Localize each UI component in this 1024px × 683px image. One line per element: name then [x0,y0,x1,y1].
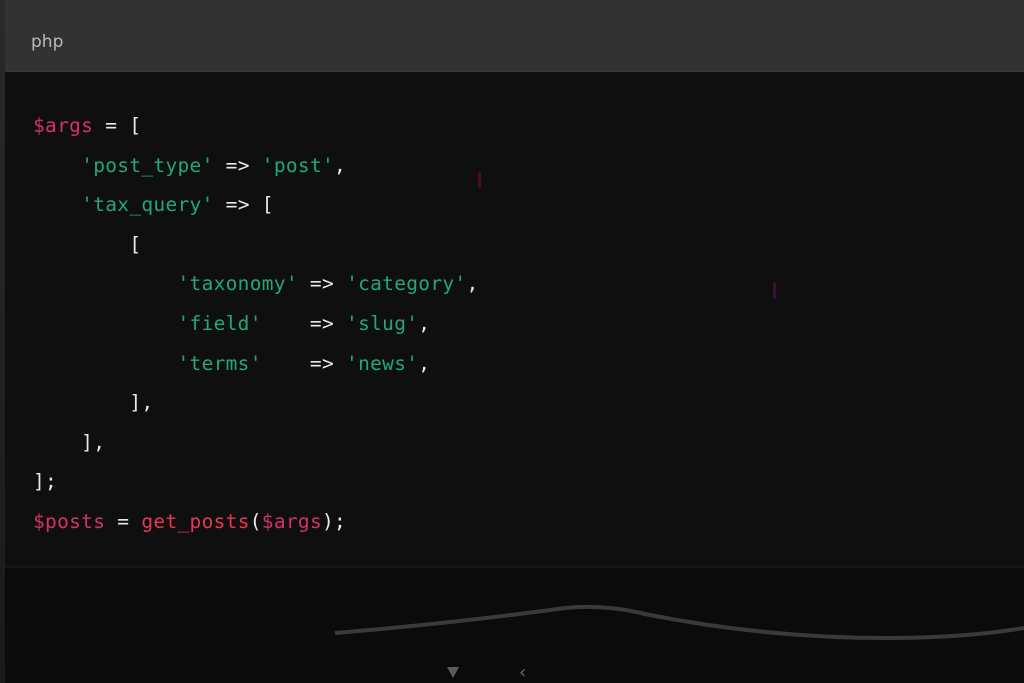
string-token: 'slug' [346,311,419,335]
code-line: 'terms' => 'news', [33,344,479,384]
triangle-down-icon[interactable] [447,667,459,678]
function-token: get_posts [141,509,250,533]
punctuation-token: => [ [213,193,274,217]
punctuation-token: ]; [33,470,58,494]
string-token: 'news' [346,351,419,375]
punctuation-token: ); [322,509,347,533]
punctuation-token [33,312,177,335]
string-token: 'category' [346,272,467,296]
chevron-left-icon[interactable]: ‹ [519,662,526,683]
code-line: 'field' => 'slug', [33,304,479,344]
punctuation-token: => [297,272,347,296]
code-line: 'taxonomy' => 'category', [33,264,479,304]
punctuation-token: , [466,272,479,296]
punctuation-token [33,154,81,177]
punctuation-token: , [334,153,347,177]
punctuation-token: = [ [93,114,142,137]
string-token: 'taxonomy' [177,272,298,296]
code-block: php $args = [ 'post_type' => 'post', 'ta… [5,0,1024,566]
variable-token: $args [261,509,322,533]
variable-token: $args [33,114,94,137]
string-token: 'field' [177,311,262,335]
code-line: [ [33,225,479,265]
code-line: $posts = get_posts($args); [33,502,479,542]
string-token: 'post' [261,153,335,177]
code-content[interactable]: $args = [ 'post_type' => 'post', 'tax_qu… [33,106,479,542]
punctuation-token [33,193,81,216]
punctuation-token: => [261,351,347,375]
punctuation-token: = [105,509,142,533]
punctuation-token [33,352,177,375]
punctuation-token: , [418,311,431,335]
variable-token: $posts [33,509,106,533]
code-line: ], [33,383,479,423]
text-cursor-icon [478,172,481,188]
string-token: 'terms' [177,351,262,375]
punctuation-token: ], [33,430,106,454]
punctuation-token [33,272,177,295]
code-line: ], [33,423,479,463]
language-label: php [31,32,64,52]
code-line: 'post_type' => 'post', [33,146,479,186]
punctuation-token: ( [249,509,262,533]
string-token: 'post_type' [81,153,214,177]
code-line: 'tax_query' => [ [33,185,479,225]
punctuation-token: => [213,153,262,177]
decorative-wave [334,604,1024,641]
code-header: php [5,0,1024,72]
punctuation-token: => [261,311,347,335]
footer-area [5,568,1024,683]
string-token: 'tax_query' [81,193,214,217]
code-line: $args = [ [33,106,479,146]
code-body[interactable]: $args = [ 'post_type' => 'post', 'tax_qu… [5,72,1024,566]
text-cursor-icon [773,282,776,298]
punctuation-token: [ [33,232,142,256]
punctuation-token: ], [33,391,154,415]
code-line: ]; [33,462,479,502]
punctuation-token: , [418,351,431,375]
